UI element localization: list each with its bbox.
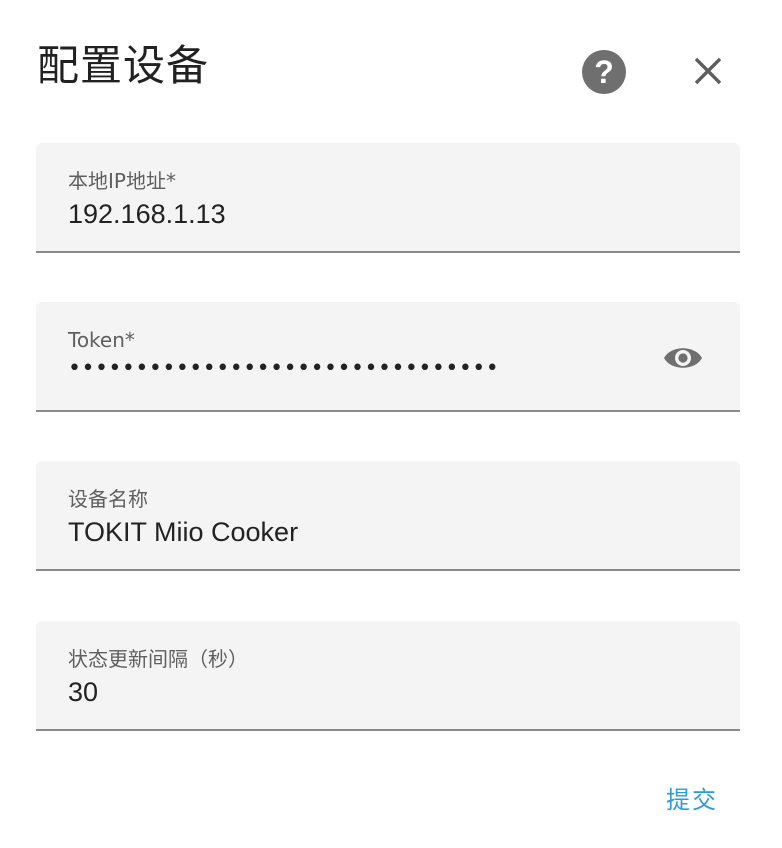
dialog-title: 配置设备 [37, 41, 210, 90]
ip-address-label: 本地IP地址* [68, 169, 176, 193]
show-password-button[interactable] [660, 338, 706, 378]
ip-address-input[interactable]: 192.168.1.13 [68, 197, 226, 231]
help-icon-glyph: ? [594, 54, 614, 90]
device-name-input[interactable]: TOKIT Miio Cooker [68, 515, 298, 549]
token-label: Token* [68, 328, 135, 352]
update-interval-field[interactable]: 状态更新间隔（秒） 30 [36, 621, 740, 731]
device-name-label: 设备名称 [68, 487, 148, 511]
token-field[interactable]: Token* •••••••••••••••••••••••••••••••• [36, 302, 740, 412]
update-interval-input[interactable]: 30 [68, 675, 98, 709]
device-name-field[interactable]: 设备名称 TOKIT Miio Cooker [36, 461, 740, 571]
update-interval-label: 状态更新间隔（秒） [68, 647, 248, 671]
eye-icon [664, 348, 702, 368]
help-icon[interactable]: ? [582, 50, 626, 94]
close-icon [694, 57, 722, 85]
ip-address-field[interactable]: 本地IP地址* 192.168.1.13 [36, 143, 740, 253]
submit-button[interactable]: 提交 [656, 780, 728, 820]
token-input[interactable]: •••••••••••••••••••••••••••••••• [68, 352, 499, 386]
close-button[interactable] [684, 47, 732, 95]
config-dialog: 配置设备 ? 本地IP地址* 192.168.1.13 Token* •••••… [0, 0, 782, 848]
